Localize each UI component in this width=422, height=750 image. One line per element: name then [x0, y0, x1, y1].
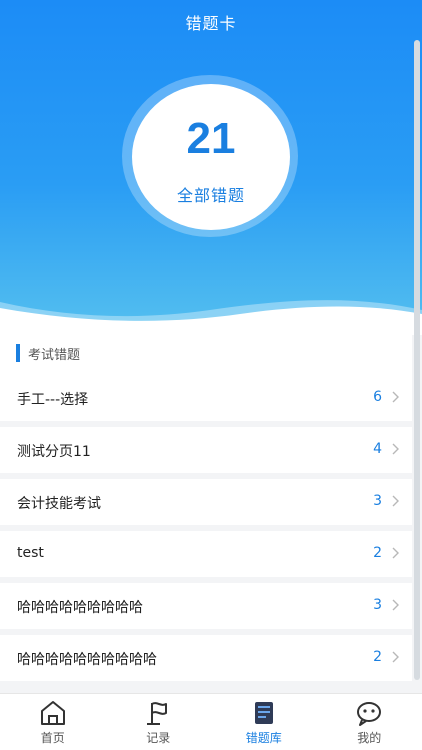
total-count-circle[interactable]: 21 全部错题 [132, 84, 290, 230]
chevron-right-icon [392, 495, 399, 507]
list-item[interactable]: 测试分页11 4 [0, 427, 412, 473]
list-item[interactable]: 哈哈哈哈哈哈哈哈哈 3 [0, 583, 412, 629]
header-banner: 错题卡 21 全部错题 [0, 0, 422, 335]
list-item-label: 手工---选择 [17, 392, 89, 408]
list-item-count: 6 [373, 389, 382, 405]
flag-icon [147, 702, 168, 725]
list-item-label: 测试分页11 [17, 444, 91, 460]
wave-decoration [0, 300, 422, 335]
list-item[interactable]: test 2 [0, 531, 412, 577]
page-title: 错题卡 [185, 14, 237, 33]
tab-records[interactable]: 记录 [106, 694, 212, 750]
tab-label: 错题库 [245, 731, 282, 745]
section-title: 考试错题 [28, 348, 81, 363]
chevron-right-icon [392, 443, 399, 455]
list-item-label: test [17, 545, 44, 561]
chevron-right-icon [392, 547, 399, 559]
section-header: 考试错题 [0, 330, 412, 375]
tab-error-bank[interactable]: 错题库 [211, 694, 317, 750]
total-count-label: 全部错题 [176, 186, 245, 205]
list-item-count: 3 [373, 597, 382, 613]
list-item-count: 3 [373, 493, 382, 509]
list-item-count: 2 [373, 649, 382, 665]
list-item[interactable]: 手工---选择 6 [0, 375, 412, 421]
scrollbar[interactable] [414, 40, 420, 680]
chevron-right-icon [392, 599, 399, 611]
tab-label: 我的 [357, 731, 382, 745]
home-icon [40, 701, 65, 725]
tab-mine[interactable]: 我的 [317, 694, 422, 750]
list-item[interactable]: 哈哈哈哈哈哈哈哈哈哈 2 [0, 635, 412, 681]
list-item-count: 4 [373, 441, 382, 457]
book-icon [254, 702, 273, 724]
list-item-label: 哈哈哈哈哈哈哈哈哈哈 [17, 652, 157, 668]
section-marker [16, 344, 20, 362]
bottom-tab-bar: 首页 记录 错题库 我的 [0, 693, 422, 750]
exam-list: 手工---选择 6 测试分页11 4 会计技能考试 3 test 2 哈哈哈哈哈… [0, 375, 412, 687]
tab-label: 首页 [40, 731, 65, 745]
list-item-label: 哈哈哈哈哈哈哈哈哈 [17, 600, 143, 616]
total-count: 21 [186, 114, 236, 163]
chevron-right-icon [392, 391, 399, 403]
list-item[interactable]: 会计技能考试 3 [0, 479, 412, 525]
tab-home[interactable]: 首页 [0, 694, 106, 750]
tab-label: 记录 [146, 731, 171, 745]
list-item-count: 2 [373, 545, 382, 561]
face-icon [357, 702, 382, 726]
chevron-right-icon [392, 651, 399, 663]
list-item-label: 会计技能考试 [17, 496, 101, 512]
